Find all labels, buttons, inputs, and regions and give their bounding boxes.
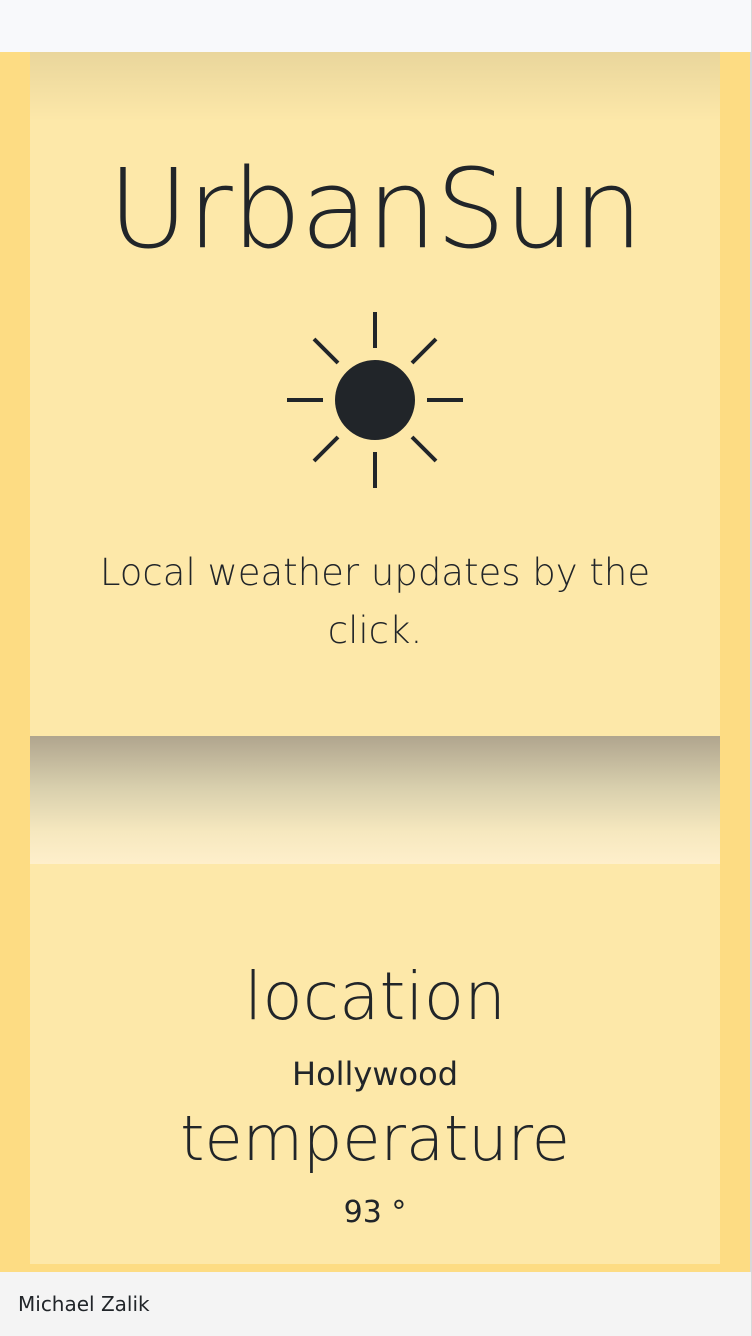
footer: Michael Zalik	[0, 1272, 752, 1336]
footer-author: Michael Zalik	[18, 1292, 150, 1316]
section-divider	[30, 736, 720, 864]
location-value: Hollywood	[292, 1055, 458, 1093]
sun-icon	[287, 312, 463, 488]
temperature-value: 93 °	[343, 1195, 407, 1230]
location-label: location	[244, 958, 506, 1035]
browser-top-bar	[0, 0, 752, 52]
temperature-label: temperature	[180, 1102, 570, 1175]
app-title: UrbanSun	[108, 145, 643, 273]
weather-section: location Hollywood temperature 93 °	[30, 864, 720, 1264]
hero-section: UrbanSun Local weather updates by the cl…	[30, 52, 720, 788]
tagline: Local weather updates by the click.	[99, 551, 651, 652]
hero-top-shadow	[30, 52, 720, 122]
